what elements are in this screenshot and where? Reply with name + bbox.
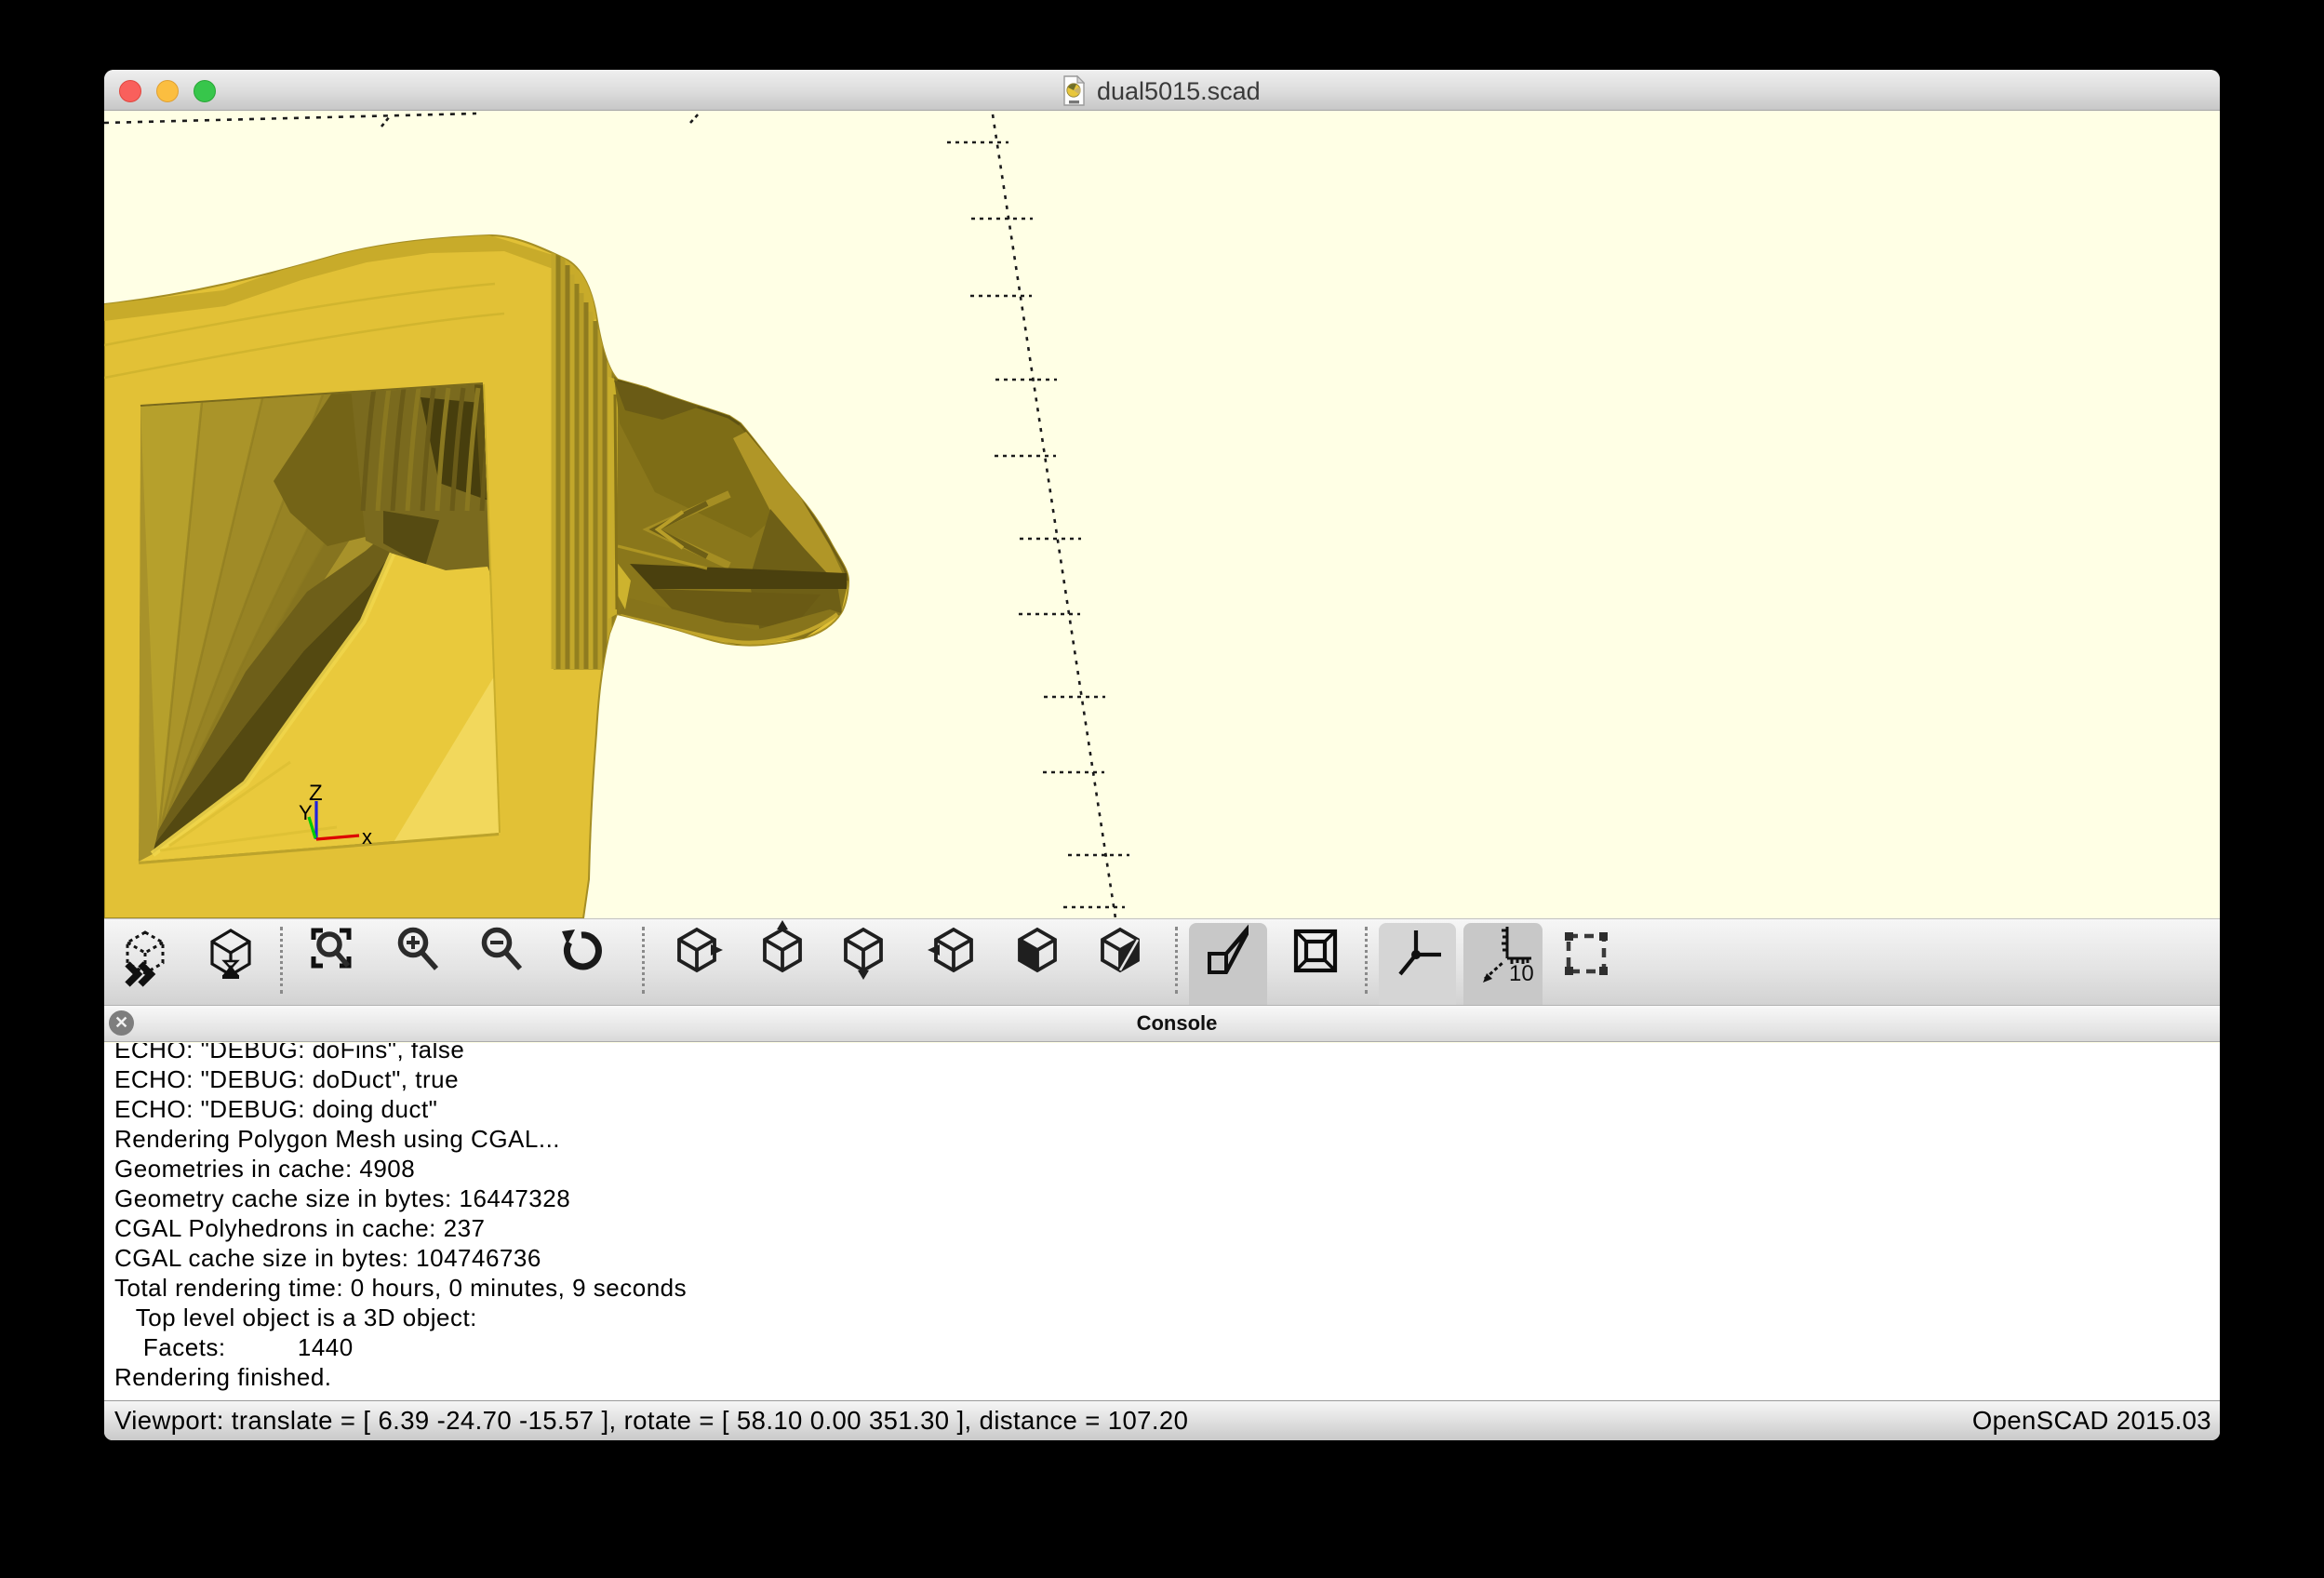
- svg-text:x: x: [362, 825, 372, 849]
- svg-text:10: 10: [1509, 961, 1533, 986]
